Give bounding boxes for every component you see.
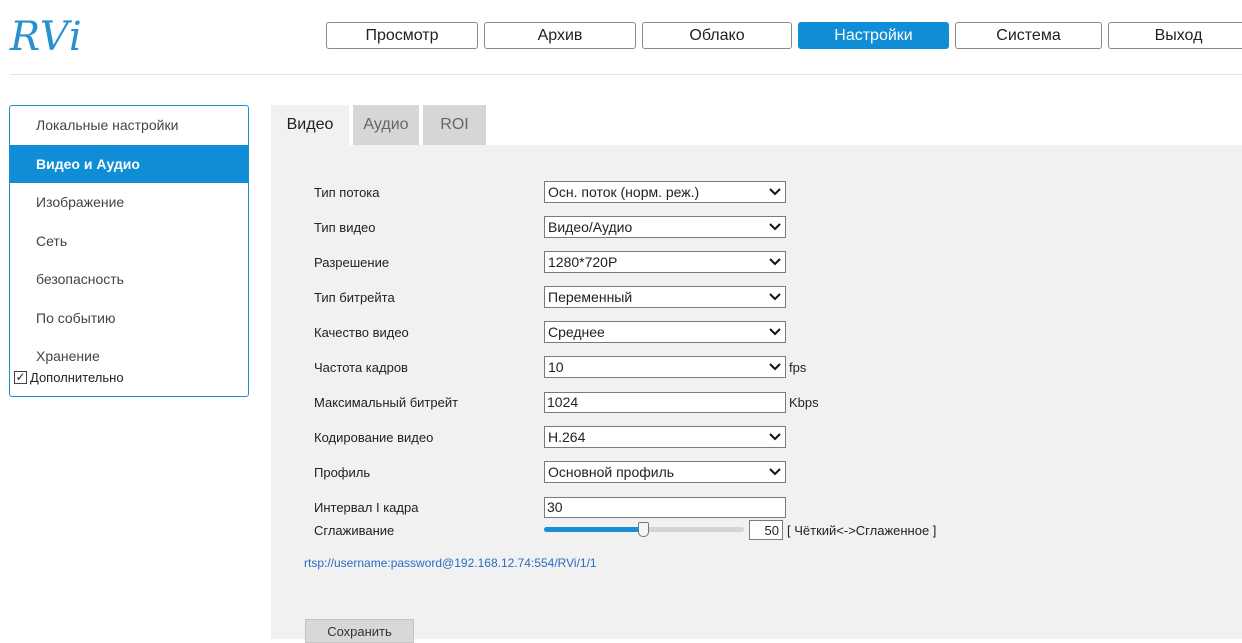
chevron-down-icon — [765, 293, 785, 301]
max-bitrate-unit: Kbps — [789, 394, 819, 410]
video-encoding-row: Кодирование видео H.264 — [314, 426, 786, 448]
frame-rate-label: Частота кадров — [314, 359, 408, 375]
sidebar-item-security[interactable]: безопасность — [10, 260, 248, 299]
chevron-down-icon — [765, 468, 785, 476]
nav-archive-button[interactable]: Архив — [484, 22, 636, 49]
video-type-row: Тип видео Видео/Аудио — [314, 216, 786, 238]
video-encoding-select[interactable]: H.264 — [544, 426, 786, 448]
stream-type-label: Тип потока — [314, 184, 380, 200]
resolution-row: Разрешение 1280*720P — [314, 251, 786, 273]
slider-thumb[interactable] — [638, 522, 649, 537]
max-bitrate-row: Максимальный битрейт 1024 Kbps — [314, 391, 819, 413]
chevron-down-icon — [765, 433, 785, 441]
tab-audio[interactable]: Аудио — [353, 105, 419, 145]
video-type-label: Тип видео — [314, 219, 376, 235]
smoothing-label: Сглаживание — [314, 522, 395, 538]
smoothing-row: Сглаживание 50 [ Чёткий<->Сглаженное ] — [314, 519, 936, 541]
video-type-select[interactable]: Видео/Аудио — [544, 216, 786, 238]
smoothing-slider[interactable] — [544, 519, 744, 541]
chevron-down-icon — [765, 258, 785, 266]
tab-roi[interactable]: ROI — [423, 105, 486, 145]
resolution-label: Разрешение — [314, 254, 390, 270]
smoothing-hint: [ Чёткий<->Сглаженное ] — [787, 522, 937, 538]
video-quality-select[interactable]: Среднее — [544, 321, 786, 343]
smoothing-value-input[interactable]: 50 — [749, 520, 783, 540]
rvi-logo: RVi — [10, 14, 83, 60]
bitrate-type-row: Тип битрейта Переменный — [314, 286, 786, 308]
tab-bar: Видео Аудио ROI — [271, 105, 486, 145]
sidebar-item-video-audio[interactable]: Видео и Аудио — [10, 144, 248, 183]
settings-sidebar: Локальные настройки Видео и Аудио Изобра… — [9, 105, 249, 397]
stream-type-row: Тип потока Осн. поток (норм. реж.) — [314, 181, 786, 203]
chevron-down-icon — [765, 223, 785, 231]
chevron-down-icon — [765, 188, 785, 196]
advanced-label: Дополнительно — [30, 370, 124, 385]
i-frame-interval-label: Интервал I кадра — [314, 499, 419, 515]
sidebar-item-local-settings[interactable]: Локальные настройки — [10, 106, 248, 145]
max-bitrate-label: Максимальный битрейт — [314, 394, 459, 410]
nav-view-button[interactable]: Просмотр — [326, 22, 478, 49]
profile-label: Профиль — [314, 464, 371, 480]
top-navigation: Просмотр Архив Облако Настройки Система … — [326, 22, 1242, 49]
tab-video[interactable]: Видео — [271, 105, 349, 145]
frame-rate-row: Частота кадров 10 fps — [314, 356, 806, 378]
video-encoding-label: Кодирование видео — [314, 429, 434, 445]
advanced-checkbox-row[interactable]: ✓ Дополнительно — [10, 370, 248, 386]
i-frame-interval-input[interactable]: 30 — [544, 496, 786, 518]
frame-rate-select[interactable]: 10 — [544, 356, 786, 378]
sidebar-item-event[interactable]: По событию — [10, 299, 248, 338]
nav-system-button[interactable]: Система — [955, 22, 1102, 49]
frame-rate-unit: fps — [789, 359, 807, 375]
profile-select[interactable]: Основной профиль — [544, 461, 786, 483]
advanced-checkbox[interactable]: ✓ — [14, 371, 27, 384]
bitrate-type-label: Тип битрейта — [314, 289, 395, 305]
video-quality-row: Качество видео Среднее — [314, 321, 786, 343]
slider-fill — [544, 527, 644, 532]
chevron-down-icon — [765, 363, 785, 371]
sidebar-item-network[interactable]: Сеть — [10, 222, 248, 261]
chevron-down-icon — [765, 328, 785, 336]
rtsp-url-link[interactable]: rtsp://username:password@192.168.12.74:5… — [304, 556, 597, 570]
profile-row: Профиль Основной профиль — [314, 461, 786, 483]
video-quality-label: Качество видео — [314, 324, 409, 340]
video-settings-panel: Тип потока Осн. поток (норм. реж.) Тип в… — [271, 145, 1242, 643]
stream-type-select[interactable]: Осн. поток (норм. реж.) — [544, 181, 786, 203]
nav-settings-button[interactable]: Настройки — [798, 22, 949, 49]
save-button[interactable]: Сохранить — [305, 619, 414, 643]
max-bitrate-input[interactable]: 1024 — [544, 391, 786, 413]
resolution-select[interactable]: 1280*720P — [544, 251, 786, 273]
i-frame-interval-row: Интервал I кадра 30 — [314, 496, 786, 518]
header-divider — [10, 74, 1242, 75]
bitrate-type-select[interactable]: Переменный — [544, 286, 786, 308]
nav-cloud-button[interactable]: Облако — [642, 22, 792, 49]
sidebar-item-image[interactable]: Изображение — [10, 183, 248, 222]
nav-exit-button[interactable]: Выход — [1108, 22, 1242, 49]
